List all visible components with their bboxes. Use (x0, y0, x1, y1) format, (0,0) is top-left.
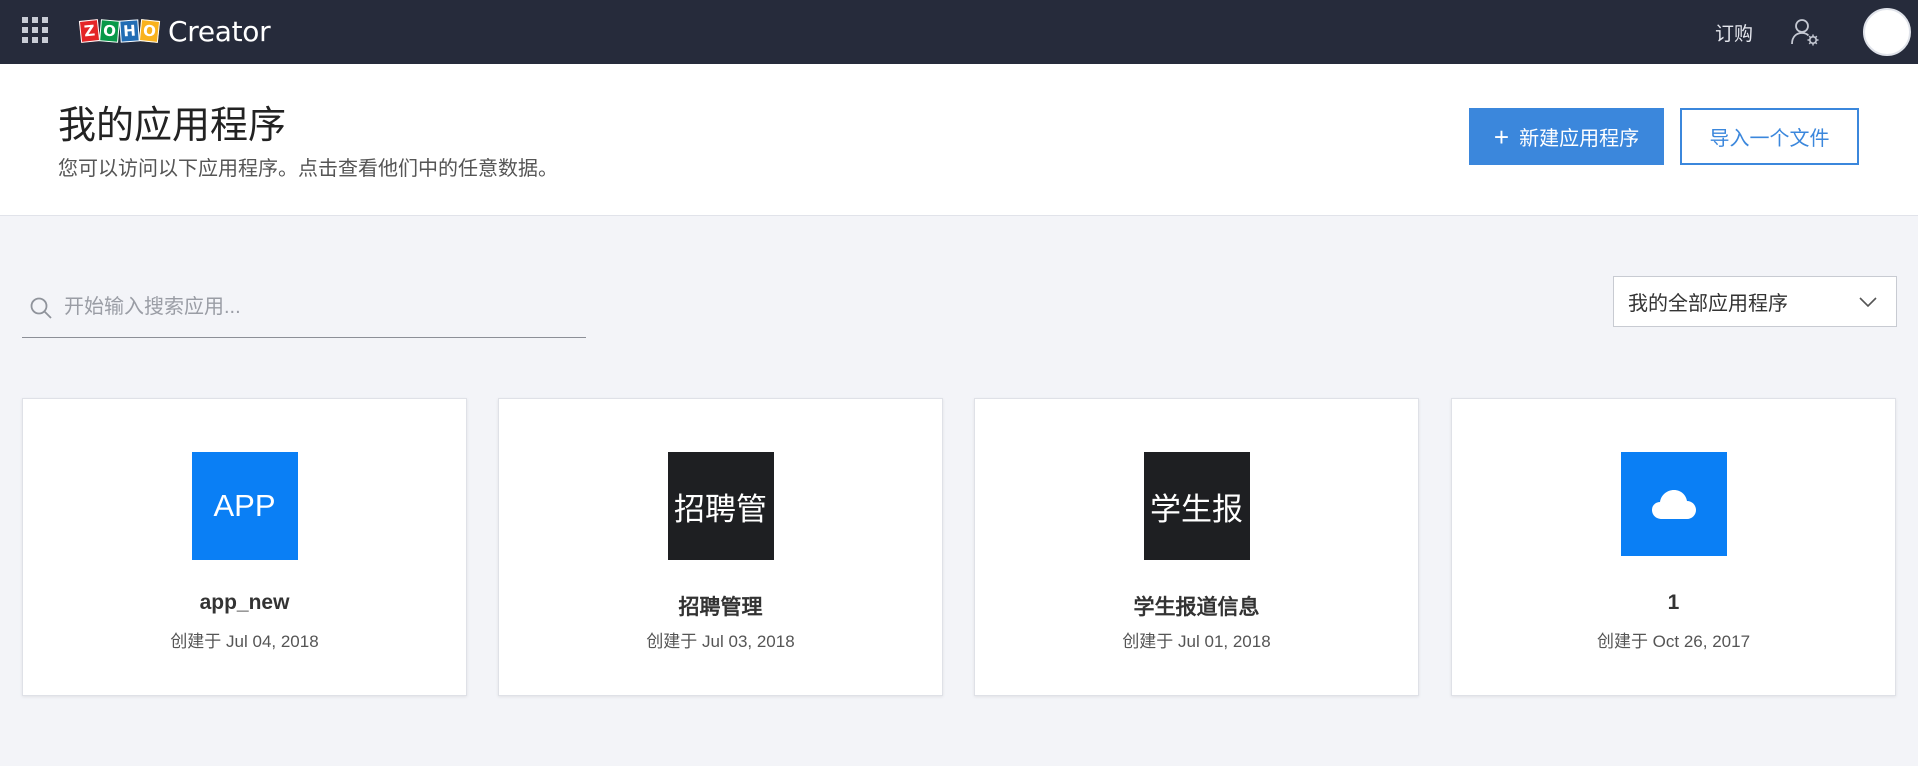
user-avatar[interactable] (1863, 8, 1911, 56)
top-navigation-bar: Z O H O Creator 订购 (0, 0, 1918, 64)
app-search (22, 278, 586, 338)
app-name: app_new (199, 591, 290, 614)
app-created-date: 创建于 Oct 26, 2017 (1596, 632, 1751, 651)
plus-icon: + (1493, 121, 1510, 152)
app-icon-tile (1620, 452, 1727, 556)
new-app-button[interactable]: + 新建应用程序 (1469, 108, 1664, 165)
app-created-date: 创建于 Jul 01, 2018 (1122, 632, 1271, 651)
zoho-logo-letters: Z O H O (78, 19, 161, 43)
import-file-button[interactable]: 导入一个文件 (1680, 108, 1859, 165)
app-card-list: APP app_new 创建于 Jul 04, 2018 招聘管 招聘管理 创建… (22, 398, 1896, 696)
app-grid-icon[interactable] (22, 17, 48, 43)
user-settings-icon[interactable] (1789, 16, 1821, 48)
app-created-date: 创建于 Jul 04, 2018 (170, 632, 319, 651)
app-card[interactable]: 招聘管 招聘管理 创建于 Jul 03, 2018 (498, 398, 943, 696)
page-header: 我的应用程序 您可以访问以下应用程序。点击查看他们中的任意数据。 + 新建应用程… (0, 64, 1918, 216)
page-subtitle: 您可以访问以下应用程序。点击查看他们中的任意数据。 (58, 158, 558, 180)
app-created-date: 创建于 Jul 03, 2018 (646, 632, 795, 651)
app-icon-tile: APP (191, 452, 298, 560)
app-name: 1 (1667, 591, 1680, 614)
cloud-icon (1651, 490, 1696, 519)
app-name: 学生报道信息 (1133, 596, 1260, 619)
logo-letter-h: H (119, 19, 140, 43)
search-input[interactable] (64, 296, 564, 319)
app-filter-dropdown[interactable]: 我的全部应用程序 (1613, 276, 1897, 327)
app-icon-tile: 招聘管 (667, 452, 774, 560)
app-card[interactable]: 学生报 学生报道信息 创建于 Jul 01, 2018 (974, 398, 1419, 696)
chevron-down-icon (1859, 296, 1877, 307)
zoho-creator-logo[interactable]: Z O H O Creator (78, 14, 271, 48)
page-title: 我的应用程序 (58, 105, 287, 147)
product-name: Creator (168, 14, 271, 48)
app-name: 招聘管理 (678, 596, 763, 619)
new-app-label: 新建应用程序 (1519, 128, 1640, 150)
logo-letter-z: Z (78, 19, 101, 43)
app-card[interactable]: APP app_new 创建于 Jul 04, 2018 (22, 398, 467, 696)
subscribe-link[interactable]: 订购 (1715, 19, 1753, 46)
logo-letter-o2: O (138, 19, 161, 43)
topbar-right-actions: 订购 (1715, 0, 1918, 64)
filter-selected-value: 我的全部应用程序 (1628, 293, 1788, 315)
search-icon (30, 297, 52, 319)
logo-letter-o1: O (99, 19, 120, 43)
app-icon-tile: 学生报 (1143, 452, 1250, 560)
app-card[interactable]: 1 创建于 Oct 26, 2017 (1451, 398, 1896, 696)
